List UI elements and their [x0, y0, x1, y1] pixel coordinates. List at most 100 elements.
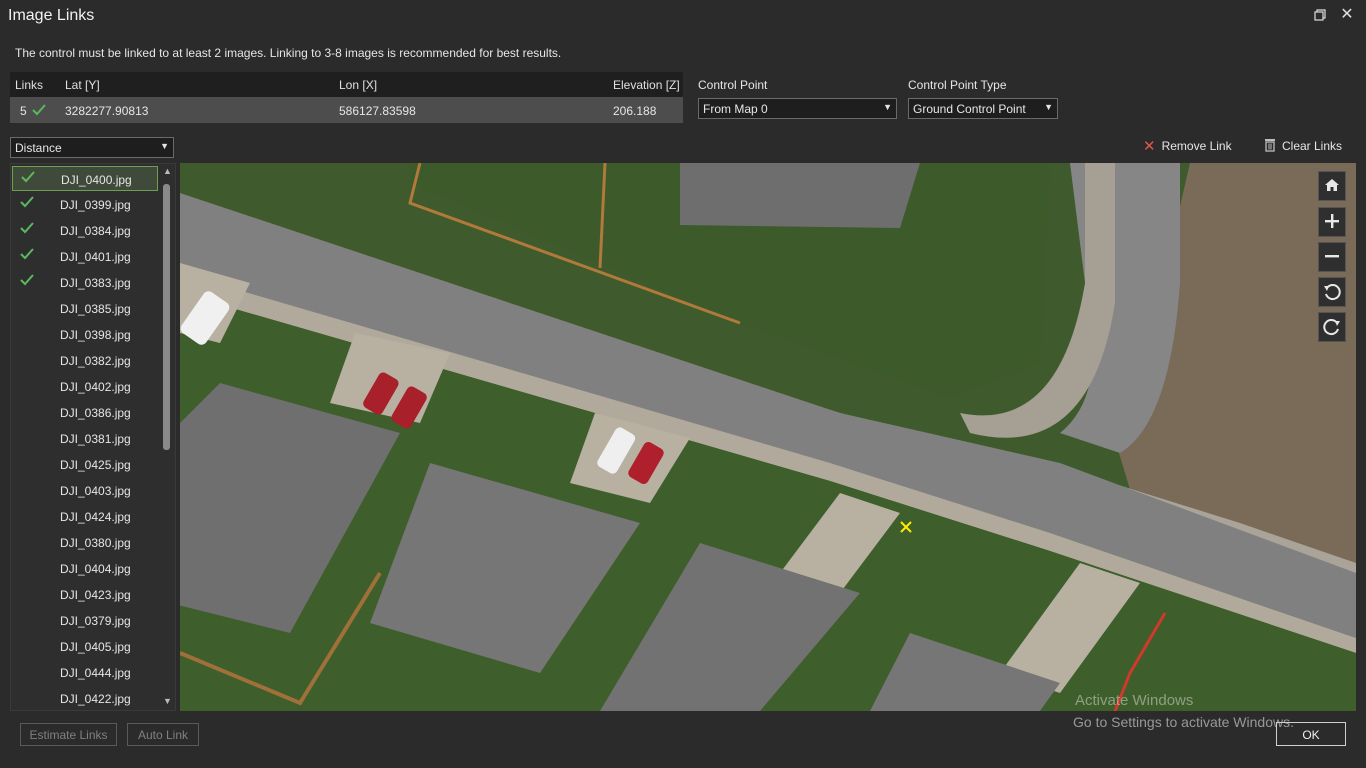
- image-filename: DJI_0398.jpg: [60, 328, 131, 342]
- image-list[interactable]: DJI_0400.jpg DJI_0399.jpg DJI_0384.jpg DJI_…: [10, 163, 176, 711]
- clear-links-label: Clear Links: [1282, 139, 1343, 153]
- list-item[interactable]: DJI_0402.jpg: [12, 374, 158, 399]
- image-filename: DJI_0422.jpg: [60, 692, 131, 706]
- list-item[interactable]: DJI_0383.jpg: [12, 270, 158, 295]
- list-item[interactable]: DJI_0404.jpg: [12, 556, 158, 581]
- control-point-type-select[interactable]: Ground Control Point ▼: [908, 98, 1058, 119]
- control-point-type-label: Control Point Type: [908, 78, 1007, 92]
- list-item[interactable]: DJI_0425.jpg: [12, 452, 158, 477]
- scrollbar[interactable]: ▲ ▼: [160, 164, 175, 710]
- check-icon: [20, 222, 34, 234]
- home-button[interactable]: [1318, 171, 1346, 201]
- remove-link-button[interactable]: ✕ Remove Link: [1143, 136, 1232, 155]
- image-filename: DJI_0383.jpg: [60, 276, 131, 290]
- list-item[interactable]: DJI_0381.jpg: [12, 426, 158, 451]
- chevron-down-icon: ▼: [1044, 102, 1053, 112]
- list-item[interactable]: DJI_0384.jpg: [12, 218, 158, 243]
- image-filename: DJI_0384.jpg: [60, 224, 131, 238]
- check-icon: [20, 274, 34, 286]
- sort-value: Distance: [15, 141, 62, 155]
- scroll-up-icon[interactable]: ▲: [161, 166, 174, 178]
- list-item[interactable]: DJI_0386.jpg: [12, 400, 158, 425]
- cell-links: 5: [20, 104, 27, 118]
- list-item[interactable]: DJI_0385.jpg: [12, 296, 158, 321]
- rotate-left-button[interactable]: [1318, 277, 1346, 307]
- image-filename: DJI_0405.jpg: [60, 640, 131, 654]
- image-filename: DJI_0386.jpg: [60, 406, 131, 420]
- scroll-down-icon[interactable]: ▼: [161, 696, 174, 708]
- list-item[interactable]: DJI_0400.jpg: [12, 166, 158, 191]
- ok-button[interactable]: OK: [1276, 722, 1346, 746]
- check-icon: [32, 104, 46, 116]
- zoom-out-button[interactable]: [1318, 242, 1346, 272]
- auto-link-button[interactable]: Auto Link: [127, 723, 199, 746]
- remove-link-label: Remove Link: [1161, 139, 1232, 153]
- restore-button[interactable]: [1314, 9, 1328, 23]
- image-filename: DJI_0424.jpg: [60, 510, 131, 524]
- window-title: Image Links: [8, 7, 95, 24]
- close-icon: ✕: [1340, 6, 1354, 23]
- image-filename: DJI_0401.jpg: [60, 250, 131, 264]
- image-filename: DJI_0381.jpg: [60, 432, 131, 446]
- cell-lon: 586127.83598: [339, 104, 416, 118]
- info-text: The control must be linked to at least 2…: [15, 46, 562, 60]
- scroll-thumb[interactable]: [163, 184, 170, 450]
- list-item[interactable]: DJI_0399.jpg: [12, 192, 158, 217]
- remove-icon: ✕: [1143, 138, 1156, 155]
- links-table-row[interactable]: 5 3282277.90813 586127.83598 206.188: [10, 97, 683, 123]
- links-table: Links Lat [Y] Lon [X] Elevation [Z] 5 32…: [10, 72, 683, 124]
- header-lat[interactable]: Lat [Y]: [65, 78, 100, 92]
- image-filename: DJI_0400.jpg: [61, 173, 132, 187]
- map-view[interactable]: [180, 163, 1356, 711]
- header-links[interactable]: Links: [15, 78, 43, 92]
- image-filename: DJI_0425.jpg: [60, 458, 131, 472]
- restore-icon: [1314, 9, 1326, 21]
- watermark-line1: Activate Windows: [1075, 692, 1194, 709]
- header-lon[interactable]: Lon [X]: [339, 78, 377, 92]
- list-item[interactable]: DJI_0401.jpg: [12, 244, 158, 269]
- image-filename: DJI_0403.jpg: [60, 484, 131, 498]
- image-filename: DJI_0379.jpg: [60, 614, 131, 628]
- list-item[interactable]: DJI_0422.jpg: [12, 686, 158, 710]
- image-filename: DJI_0385.jpg: [60, 302, 131, 316]
- image-filename: DJI_0444.jpg: [60, 666, 131, 680]
- links-table-header: Links Lat [Y] Lon [X] Elevation [Z]: [10, 72, 683, 97]
- list-item[interactable]: DJI_0398.jpg: [12, 322, 158, 347]
- list-item[interactable]: DJI_0444.jpg: [12, 660, 158, 685]
- chevron-down-icon: ▼: [160, 141, 169, 151]
- list-item[interactable]: DJI_0379.jpg: [12, 608, 158, 633]
- list-item[interactable]: DJI_0380.jpg: [12, 530, 158, 555]
- aerial-image: [180, 163, 1356, 711]
- image-filename: DJI_0404.jpg: [60, 562, 131, 576]
- list-item[interactable]: DJI_0423.jpg: [12, 582, 158, 607]
- zoom-in-icon: [1325, 214, 1339, 228]
- estimate-links-button[interactable]: Estimate Links: [20, 723, 117, 746]
- image-filename: DJI_0399.jpg: [60, 198, 131, 212]
- check-icon: [20, 248, 34, 260]
- zoom-out-icon: [1325, 255, 1339, 258]
- control-point-type-value: Ground Control Point: [913, 102, 1026, 116]
- image-filename: DJI_0382.jpg: [60, 354, 131, 368]
- image-filename: DJI_0423.jpg: [60, 588, 131, 602]
- control-point-select[interactable]: From Map 0 ▼: [698, 98, 897, 119]
- cell-lat: 3282277.90813: [65, 104, 149, 118]
- list-item[interactable]: DJI_0424.jpg: [12, 504, 158, 529]
- rotate-right-icon: [1323, 319, 1340, 336]
- control-point-label: Control Point: [698, 78, 768, 92]
- close-button[interactable]: ✕: [1338, 6, 1356, 24]
- sort-select[interactable]: Distance ▼: [10, 137, 174, 158]
- image-filename: DJI_0380.jpg: [60, 536, 131, 550]
- zoom-in-button[interactable]: [1318, 207, 1346, 237]
- rotate-left-icon: [1324, 284, 1341, 301]
- clear-links-button[interactable]: Clear Links: [1264, 136, 1342, 153]
- list-item[interactable]: DJI_0405.jpg: [12, 634, 158, 659]
- rotate-right-button[interactable]: [1318, 312, 1346, 342]
- list-item[interactable]: DJI_0382.jpg: [12, 348, 158, 373]
- watermark-line2: Go to Settings to activate Windows.: [1073, 714, 1294, 730]
- cell-elevation: 206.188: [613, 104, 657, 118]
- list-item[interactable]: DJI_0403.jpg: [12, 478, 158, 503]
- image-filename: DJI_0402.jpg: [60, 380, 131, 394]
- check-icon: [20, 196, 34, 208]
- title-bar: Image Links ✕: [0, 0, 1366, 34]
- header-elevation[interactable]: Elevation [Z]: [613, 78, 680, 92]
